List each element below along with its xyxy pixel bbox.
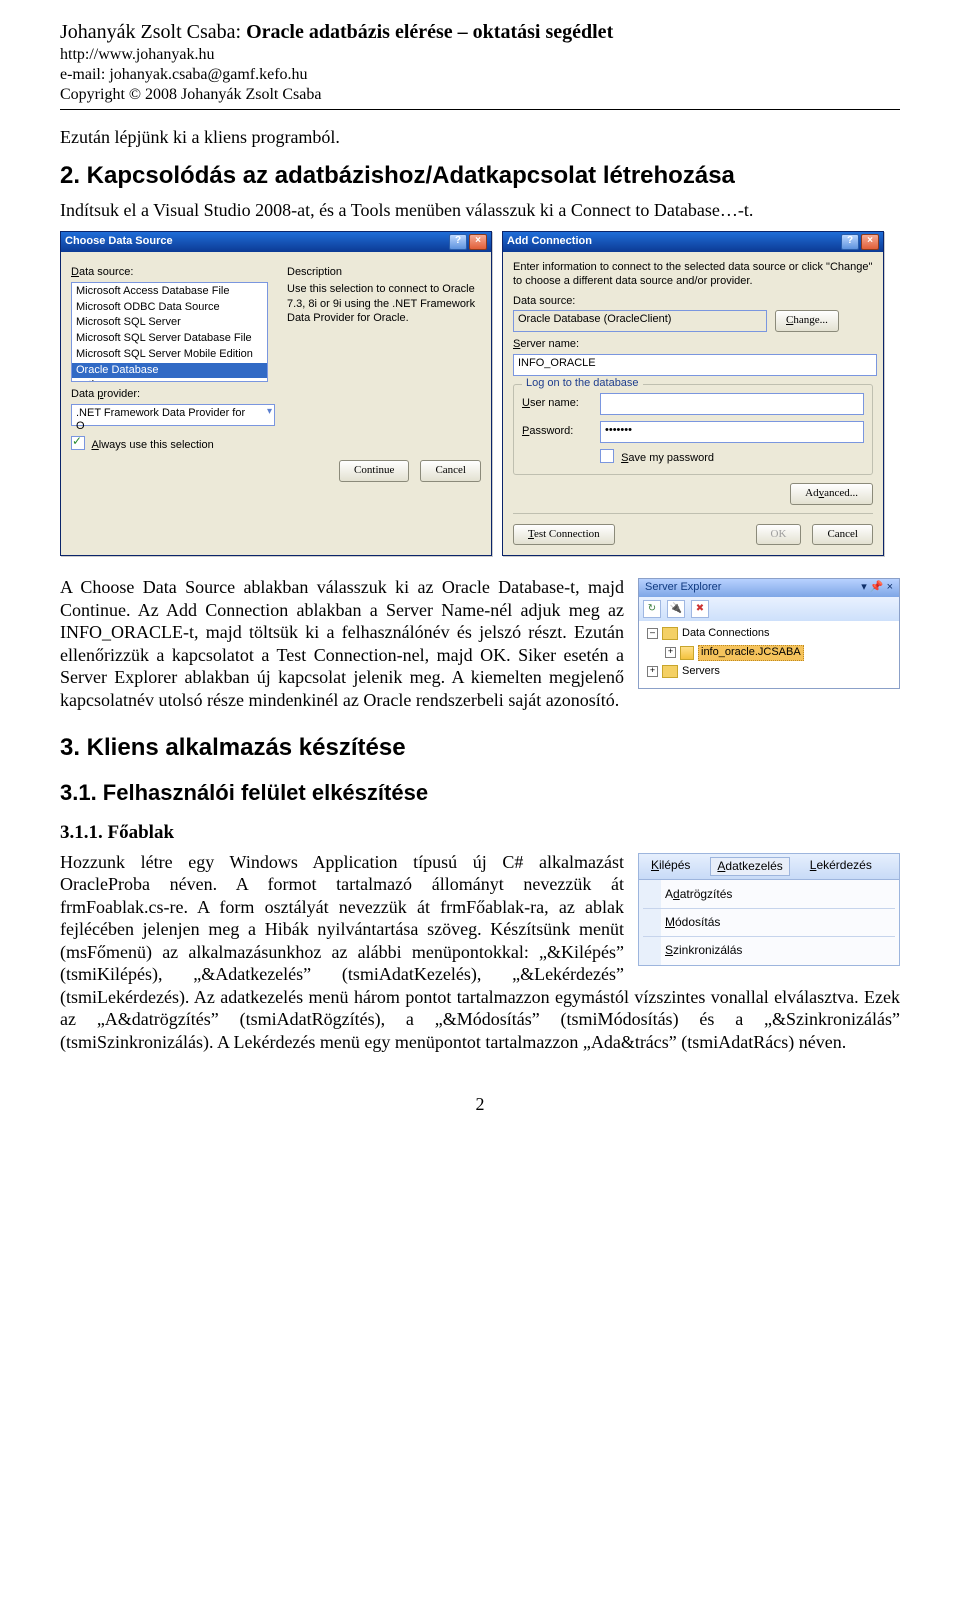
list-item[interactable]: Microsoft ODBC Data Source	[72, 300, 267, 316]
cancel-button[interactable]: Cancel	[812, 524, 873, 546]
cancel-button[interactable]: Cancel	[420, 460, 481, 482]
help-icon[interactable]: ?	[449, 234, 467, 250]
server-name-input[interactable]: INFO_ORACLE	[513, 354, 877, 376]
server-explorer-toolbar: ↻ 🔌 ✖	[639, 597, 899, 621]
email: e-mail: johanyak.csaba@gamf.kefo.hu	[60, 65, 900, 85]
menu-screenshot: Kilépés Adatkezelés Lekérdezés Adatrögzí…	[638, 853, 900, 966]
server-explorer-title: Server Explorer	[645, 581, 721, 595]
list-item-selected[interactable]: Oracle Database	[72, 363, 267, 379]
paragraph-exit-client: Ezután lépjünk ki a kliens programból.	[60, 126, 900, 149]
doc-title: Oracle adatbázis elérése – oktatási segé…	[246, 21, 613, 43]
expand-icon[interactable]: +	[665, 647, 676, 658]
menu-item-adatrogzites[interactable]: Adatrögzítés	[639, 884, 899, 905]
folder-icon	[662, 627, 678, 640]
add-connection-intro: Enter information to connect to the sele…	[513, 260, 873, 289]
page-header: Johanyák Zsolt Csaba: Oracle adatbázis e…	[60, 20, 900, 110]
data-source-label: Data source:	[513, 295, 873, 309]
folder-icon	[662, 665, 678, 678]
menu-item-modositas[interactable]: Módosítás	[639, 912, 899, 933]
password-label: Password:	[522, 425, 592, 439]
collapse-icon[interactable]: –	[647, 628, 658, 639]
close-icon[interactable]: ×	[861, 234, 879, 250]
menu-bar: Kilépés Adatkezelés Lekérdezés	[639, 854, 899, 879]
section-2-heading: 2. Kapcsolódás az adatbázishoz/Adatkapcs…	[60, 161, 900, 191]
data-provider-dropdown[interactable]: .NET Framework Data Provider for O	[71, 404, 275, 426]
save-password-checkbox[interactable]	[600, 449, 614, 463]
section-3-1-heading: 3.1. Felhasználói felület elkészítése	[60, 779, 900, 807]
menu-item-lekerdezes[interactable]: Lekérdezés	[804, 857, 878, 876]
data-provider-label: Data provider:	[71, 388, 275, 402]
data-source-list[interactable]: Microsoft Access Database File Microsoft…	[71, 282, 268, 382]
server-explorer-panel: Server Explorer ▾ 📌 × ↻ 🔌 ✖ – Data Conne…	[638, 578, 900, 689]
pin-icon[interactable]: 📌	[870, 581, 884, 593]
author-name: Johanyák Zsolt Csaba:	[60, 21, 246, 43]
list-item[interactable]: <other>	[72, 378, 267, 382]
list-item[interactable]: Microsoft SQL Server Mobile Edition	[72, 347, 267, 363]
always-use-label: Always use this selection	[91, 439, 213, 451]
menu-separator	[643, 908, 895, 909]
menu-separator	[643, 936, 895, 937]
save-password-label: Save my password	[621, 452, 714, 464]
page-number: 2	[60, 1093, 900, 1116]
menu-item-adatkezeles[interactable]: Adatkezelés	[710, 857, 789, 876]
server-name-label: Server name:	[513, 338, 873, 352]
connect-icon[interactable]: 🔌	[667, 600, 685, 618]
username-label: User name:	[522, 397, 592, 411]
dropdown-icon[interactable]: ▾	[861, 581, 867, 593]
logon-group-title: Log on to the database	[522, 377, 643, 391]
help-icon[interactable]: ?	[841, 234, 859, 250]
choose-data-source-dialog: Choose Data Source ? × DData source:ata …	[60, 231, 492, 556]
stop-icon[interactable]: ✖	[691, 600, 709, 618]
expand-icon[interactable]: +	[647, 666, 658, 677]
change-button[interactable]: Change...	[775, 310, 839, 332]
dialog-title: Add Connection	[507, 235, 592, 249]
always-use-checkbox[interactable]	[71, 436, 85, 450]
refresh-icon[interactable]: ↻	[643, 600, 661, 618]
description-text: Use this selection to connect to Oracle …	[287, 282, 477, 327]
test-connection-button[interactable]: Test Connection	[513, 524, 615, 546]
username-input[interactable]	[600, 393, 864, 415]
data-source-label: DData source:ata source:	[71, 266, 275, 280]
password-input[interactable]: •••••••	[600, 421, 864, 443]
dropdown-menu: Adatrögzítés Módosítás Szinkronizálás	[639, 879, 899, 965]
tree-node-connection[interactable]: info_oracle.JCSABA	[698, 645, 804, 661]
section-3-heading: 3. Kliens alkalmazás készítése	[60, 733, 900, 763]
database-icon	[680, 646, 694, 660]
menu-item-szinkronizalas[interactable]: Szinkronizálás	[639, 940, 899, 961]
server-explorer-tree[interactable]: – Data Connections + info_oracle.JCSABA …	[639, 621, 899, 688]
copyright: Copyright © 2008 Johanyák Zsolt Csaba	[60, 85, 900, 105]
ok-button[interactable]: OK	[756, 524, 802, 546]
description-label: Description	[287, 266, 477, 280]
data-source-field: Oracle Database (OracleClient)	[513, 310, 767, 332]
paragraph-sec2-intro: Indítsuk el a Visual Studio 2008-at, és …	[60, 199, 900, 222]
tree-node-servers[interactable]: Servers	[682, 665, 720, 679]
list-item[interactable]: Microsoft Access Database File	[72, 284, 267, 300]
continue-button[interactable]: Continue	[339, 460, 409, 482]
section-3-1-1-heading: 3.1.1. Főablak	[60, 821, 900, 845]
advanced-button[interactable]: Advanced...	[790, 483, 873, 505]
tree-node-data-connections[interactable]: Data Connections	[682, 627, 769, 641]
site-url: http://www.johanyak.hu	[60, 45, 900, 65]
close-icon[interactable]: ×	[469, 234, 487, 250]
list-item[interactable]: Microsoft SQL Server Database File	[72, 331, 267, 347]
close-icon[interactable]: ×	[887, 581, 893, 593]
menu-item-kilepes[interactable]: Kilépés	[645, 857, 696, 876]
list-item[interactable]: Microsoft SQL Server	[72, 315, 267, 331]
dialog-title: Choose Data Source	[65, 235, 173, 249]
add-connection-dialog: Add Connection ? × Enter information to …	[502, 231, 884, 556]
